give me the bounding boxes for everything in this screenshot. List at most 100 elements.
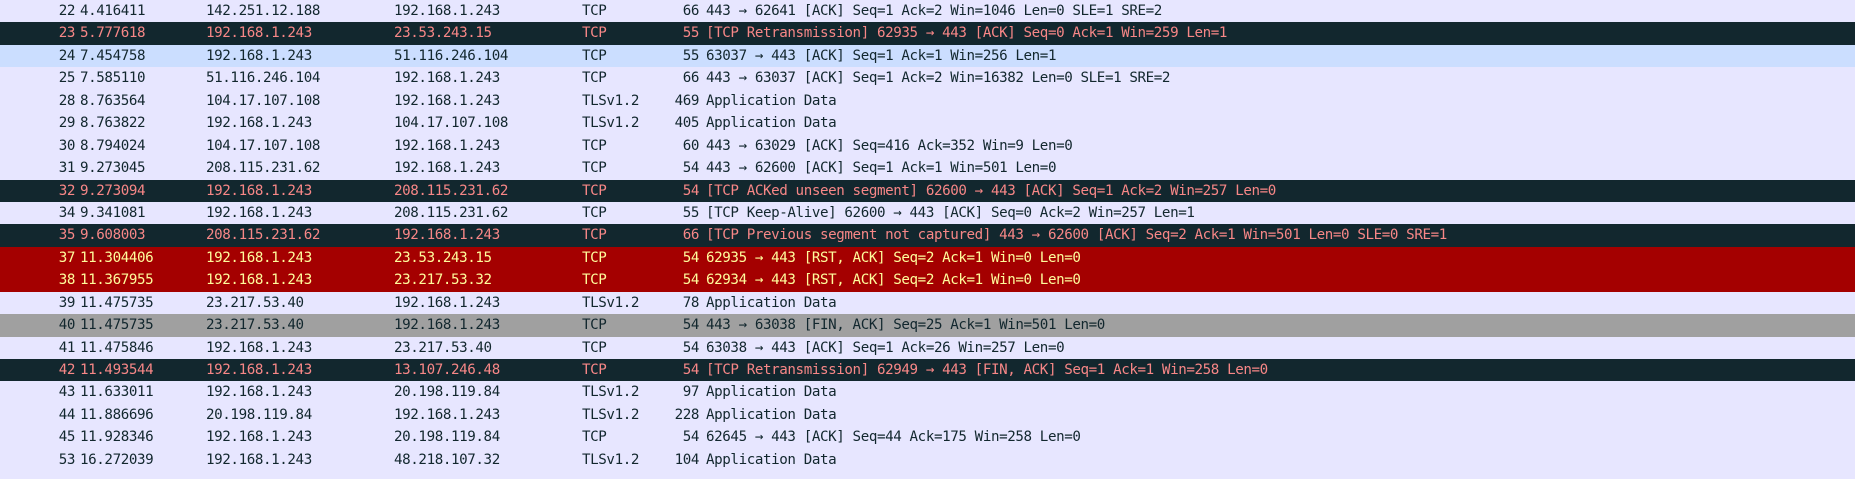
packet-number: 53 (58, 451, 76, 468)
packet-destination: 192.168.1.243 (394, 137, 500, 154)
packet-protocol: TCP (582, 47, 607, 64)
packet-number: 23 (58, 25, 76, 42)
packet-row[interactable]: 32 9.273094 192.168.1.243 208.115.231.62… (0, 179, 1855, 202)
packet-protocol: TCP (582, 429, 607, 446)
packet-source: 192.168.1.243 (206, 362, 312, 378)
packet-destination: 23.217.53.40 (394, 339, 492, 356)
packet-row[interactable]: 53 16.272039 192.168.1.243 48.218.107.32… (0, 448, 1855, 472)
packet-row[interactable]: 22 4.416411 142.251.12.188 192.168.1.243… (0, 0, 1855, 23)
packet-destination: 192.168.1.243 (394, 92, 500, 109)
packet-destination: 192.168.1.243 (394, 317, 500, 334)
packet-row[interactable]: 34 9.341081 192.168.1.243 208.115.231.62… (0, 201, 1855, 225)
packet-row[interactable]: 24 7.454758 192.168.1.243 51.116.246.104… (0, 44, 1855, 68)
packet-number: 25 (58, 70, 76, 87)
packet-protocol: TCP (582, 272, 607, 289)
packet-destination: 23.53.243.15 (394, 249, 492, 266)
packet-length: 66 (682, 3, 700, 19)
packet-row[interactable]: 44 11.886696 20.198.119.84 192.168.1.243… (0, 403, 1855, 427)
packet-row[interactable]: 23 5.777618 192.168.1.243 23.53.243.15 T… (0, 22, 1855, 45)
packet-protocol: TCP (582, 3, 607, 19)
packet-protocol: TCP (582, 317, 607, 334)
packet-row[interactable]: 45 11.928346 192.168.1.243 20.198.119.84… (0, 426, 1855, 449)
packet-source: 192.168.1.243 (206, 25, 312, 42)
packet-length: 60 (682, 137, 700, 154)
packet-info: 63037 → 443 [ACK] Seq=1 Ack=1 Win=256 Le… (706, 47, 1057, 64)
packet-source: 192.168.1.243 (206, 182, 312, 199)
packet-info: 62645 → 443 [ACK] Seq=44 Ack=175 Win=258… (706, 429, 1081, 446)
packet-number: 37 (58, 249, 76, 266)
packet-row[interactable]: 31 9.273045 208.115.231.62 192.168.1.243… (0, 157, 1855, 180)
packet-time: 11.928346 (80, 429, 154, 446)
packet-row[interactable]: 25 7.585110 51.116.246.104 192.168.1.243… (0, 67, 1855, 90)
packet-protocol: TCP (582, 137, 607, 154)
packet-length: 54 (682, 339, 700, 356)
packet-rows: 22 4.416411 142.251.12.188 192.168.1.243… (0, 0, 1855, 472)
packet-destination: 23.217.53.32 (394, 272, 492, 289)
packet-number: 34 (58, 204, 76, 221)
packet-destination: 192.168.1.243 (394, 294, 500, 311)
packet-source: 142.251.12.188 (206, 3, 320, 19)
packet-row[interactable]: 43 11.633011 192.168.1.243 20.198.119.84… (0, 381, 1855, 404)
packet-protocol: TCP (582, 339, 607, 356)
packet-source: 192.168.1.243 (206, 451, 312, 468)
packet-protocol: TCP (582, 25, 607, 42)
packet-row[interactable]: 38 11.367955 192.168.1.243 23.217.53.32 … (0, 269, 1855, 292)
packet-row[interactable]: 29 8.763822 192.168.1.243 104.17.107.108… (0, 112, 1855, 135)
packet-row[interactable]: 30 8.794024 104.17.107.108 192.168.1.243… (0, 134, 1855, 158)
packet-list[interactable]: 22 4.416411 142.251.12.188 192.168.1.243… (0, 0, 1855, 479)
packet-time: 8.763564 (80, 92, 146, 109)
packet-info: 443 → 63037 [ACK] Seq=1 Ack=2 Win=16382 … (706, 70, 1171, 87)
packet-time: 11.886696 (80, 406, 154, 423)
packet-row[interactable]: 35 9.608003 208.115.231.62 192.168.1.243… (0, 224, 1855, 247)
packet-number: 31 (58, 160, 76, 177)
packet-row[interactable]: 28 8.763564 104.17.107.108 192.168.1.243… (0, 89, 1855, 113)
packet-source: 20.198.119.84 (206, 406, 312, 423)
packet-time: 8.794024 (80, 137, 146, 154)
packet-destination: 48.218.107.32 (394, 451, 500, 468)
packet-length: 55 (682, 47, 700, 64)
packet-protocol: TCP (582, 362, 607, 378)
packet-info: 443 → 63038 [FIN, ACK] Seq=25 Ack=1 Win=… (706, 317, 1105, 334)
packet-protocol: TCP (582, 70, 607, 87)
packet-number: 45 (58, 429, 76, 446)
packet-destination: 192.168.1.243 (394, 227, 500, 244)
packet-row[interactable]: 42 11.493544 192.168.1.243 13.107.246.48… (0, 359, 1855, 382)
packet-number: 30 (58, 137, 76, 154)
packet-number: 38 (58, 272, 76, 289)
packet-time: 8.763822 (80, 115, 146, 132)
packet-row[interactable]: 41 11.475846 192.168.1.243 23.217.53.40 … (0, 336, 1855, 359)
packet-info: Application Data (706, 294, 837, 311)
packet-length: 54 (682, 182, 700, 199)
packet-row[interactable]: 37 11.304406 192.168.1.243 23.53.243.15 … (0, 246, 1855, 270)
packet-source: 192.168.1.243 (206, 204, 312, 221)
packet-info: Application Data (706, 92, 837, 109)
packet-protocol: TLSv1.2 (582, 384, 639, 401)
packet-destination: 192.168.1.243 (394, 70, 500, 87)
packet-info: 63038 → 443 [ACK] Seq=1 Ack=26 Win=257 L… (706, 339, 1065, 356)
packet-time: 9.273094 (80, 182, 146, 199)
packet-length: 55 (682, 25, 700, 42)
packet-length: 54 (682, 160, 700, 177)
packet-time: 9.273045 (80, 160, 146, 177)
packet-row[interactable]: 39 11.475735 23.217.53.40 192.168.1.243 … (0, 291, 1855, 315)
packet-time: 4.416411 (80, 3, 146, 19)
packet-number: 44 (58, 406, 76, 423)
packet-row[interactable]: 40 11.475735 23.217.53.40 192.168.1.243 … (0, 314, 1855, 337)
packet-protocol: TCP (582, 182, 607, 199)
packet-number: 32 (58, 182, 76, 199)
packet-protocol: TLSv1.2 (582, 115, 639, 132)
packet-time: 16.272039 (80, 451, 154, 468)
packet-source: 192.168.1.243 (206, 249, 312, 266)
packet-info: 443 → 62641 [ACK] Seq=1 Ack=2 Win=1046 L… (706, 3, 1162, 19)
packet-length: 54 (682, 272, 700, 289)
packet-time: 11.304406 (80, 249, 154, 266)
packet-protocol: TCP (582, 160, 607, 177)
packet-length: 54 (682, 362, 700, 378)
packet-info: Application Data (706, 406, 837, 423)
packet-number: 43 (58, 384, 76, 401)
packet-length: 97 (682, 384, 700, 401)
packet-source: 23.217.53.40 (206, 294, 304, 311)
packet-destination: 104.17.107.108 (394, 115, 508, 132)
packet-length: 66 (682, 70, 700, 87)
packet-length: 228 (674, 406, 700, 423)
